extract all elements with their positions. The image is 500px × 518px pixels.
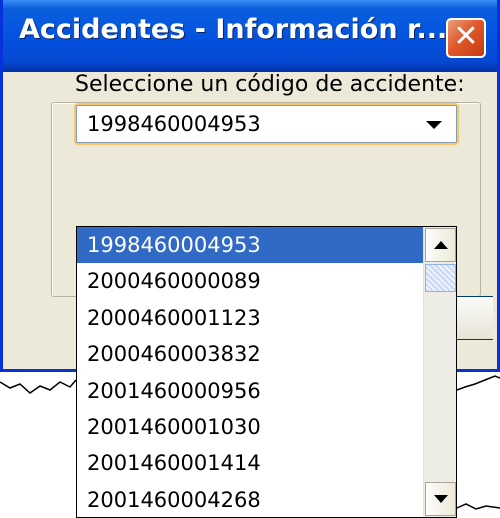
window-title: Accidentes - Información r... [19,14,448,45]
dropdown-options: 1998460004953 2000460000089 200046000112… [77,227,423,517]
title-bar[interactable]: Accidentes - Información r... ✕ [3,0,497,72]
list-item[interactable]: 2001460001030 [77,409,423,445]
accident-code-dropdown-list[interactable]: 1998460004953 2000460000089 200046000112… [76,226,457,518]
scroll-down-arrow-icon [434,495,448,503]
scroll-down-button[interactable] [425,482,456,516]
combobox-value: 1998460004953 [87,112,261,136]
accident-code-combobox[interactable]: 1998460004953 [76,105,457,143]
scroll-up-arrow-icon [434,241,448,249]
scroll-thumb[interactable] [425,264,456,292]
list-item[interactable]: 2001460001414 [77,445,423,481]
list-item[interactable]: 2000460001123 [77,300,423,336]
chevron-down-icon[interactable] [426,121,442,129]
vertical-scrollbar[interactable] [423,227,456,517]
list-item[interactable]: 2001460000956 [77,373,423,409]
dialog-button-partial[interactable] [453,296,493,340]
list-item[interactable]: 2000460003832 [77,336,423,372]
list-item[interactable]: 2000460000089 [77,263,423,299]
scroll-up-button[interactable] [425,228,456,262]
close-button[interactable]: ✕ [446,18,486,58]
accident-code-label: Seleccione un código de accidente: [75,72,465,97]
list-item[interactable]: 2001460004268 [77,482,423,517]
list-item[interactable]: 1998460004953 [77,227,423,264]
close-icon: ✕ [453,19,479,54]
